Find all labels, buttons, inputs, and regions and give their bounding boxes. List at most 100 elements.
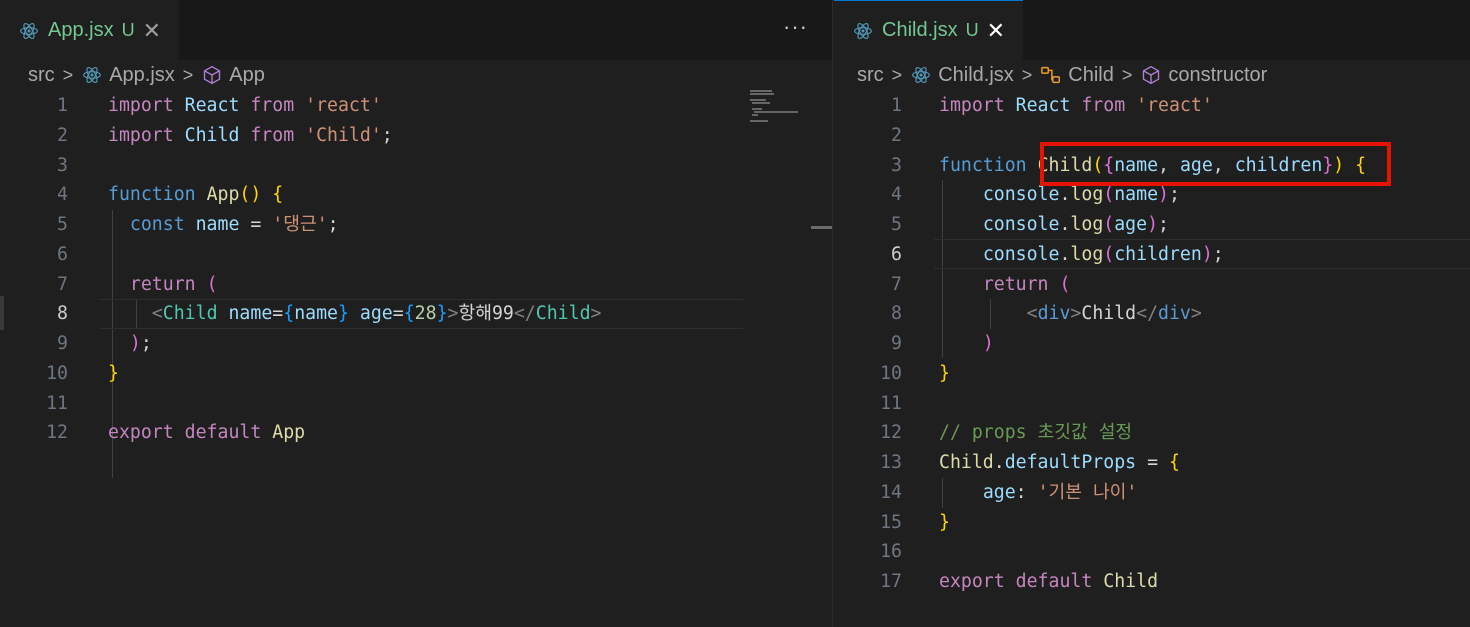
code-text: import React from 'react'	[939, 91, 1213, 121]
code-text: <div>Child</div>	[939, 299, 1202, 329]
code-line: 9 );	[0, 329, 832, 359]
line-number: 15	[880, 511, 902, 533]
code-text: // props 초깃값 설정	[939, 422, 1133, 444]
minimap-line	[752, 114, 758, 116]
code-text: console.log(children);	[939, 240, 1224, 270]
code-token: App	[272, 422, 306, 444]
code-token: )	[129, 333, 141, 354]
breadcrumb-symbol-class[interactable]: Child	[1068, 64, 1114, 87]
code-token: name	[1114, 184, 1159, 206]
code-text: export default App	[108, 418, 305, 448]
chevron-right-icon: >	[62, 64, 74, 85]
line-number: 11	[46, 392, 68, 414]
code-token: console	[982, 184, 1060, 206]
code-token: >	[1190, 303, 1202, 325]
line-number: 4	[57, 184, 68, 206]
code-token: import	[108, 124, 174, 146]
code-token: }	[108, 362, 119, 384]
minimap-line	[750, 120, 768, 122]
code-token: 'react'	[305, 95, 382, 116]
code-text: const name = '댕근';	[108, 210, 339, 240]
scrollbar-thumb[interactable]	[811, 226, 832, 229]
breadcrumb-file[interactable]: Child.jsx	[938, 64, 1014, 87]
minimap[interactable]	[748, 90, 808, 122]
line-number: 14	[880, 481, 902, 503]
code-token: (	[1059, 273, 1071, 295]
code-token: from	[1081, 95, 1126, 116]
code-token: ;	[1158, 214, 1169, 235]
code-token: 'Child'	[305, 124, 382, 146]
code-line: 7 return (	[0, 270, 832, 300]
code-text: )	[939, 329, 994, 359]
minimap-line	[752, 108, 762, 110]
code-line: 10}	[0, 359, 832, 389]
line-number: 17	[880, 571, 902, 592]
code-text: function App() {	[108, 180, 283, 210]
react-icon	[910, 64, 932, 86]
line-number: 10	[880, 362, 902, 384]
code-line: 6 console.log(children);	[834, 240, 1470, 270]
code-token: .	[1059, 214, 1071, 235]
code-token: console	[982, 243, 1060, 265]
code-token: div	[1037, 303, 1071, 325]
code-token: =	[250, 214, 262, 235]
code-token: App	[206, 184, 240, 206]
code-token: '댕근'	[272, 214, 328, 235]
breadcrumb-folder[interactable]: src	[857, 64, 884, 87]
untracked-badge: U	[965, 20, 979, 40]
code-line: 8 <div>Child</div>	[834, 299, 1470, 329]
code-token: )	[1158, 184, 1169, 206]
more-actions-icon[interactable]: ···	[783, 14, 808, 40]
breadcrumb-symbol-constructor[interactable]: constructor	[1168, 64, 1267, 87]
code-token: 항해99	[458, 303, 514, 325]
line-number: 6	[57, 243, 68, 265]
line-number: 11	[880, 392, 902, 414]
code-token: (	[206, 273, 218, 295]
breadcrumb-folder[interactable]: src	[28, 64, 55, 87]
code-line: 12 export default App	[0, 418, 832, 448]
react-icon	[18, 20, 40, 42]
tab-child-jsx[interactable]: Child.jsx U ✕	[834, 0, 1024, 60]
line-number: 8	[891, 303, 902, 325]
line-number: 10	[46, 362, 68, 384]
code-text: return (	[939, 270, 1071, 300]
code-text: <Child name={name} age={28}>항해99</Child>	[108, 299, 602, 329]
code-token: <	[151, 303, 163, 325]
annotation-highlight-box	[1040, 142, 1391, 186]
code-text: );	[108, 329, 152, 359]
code-token: .	[993, 452, 1005, 473]
code-token: .	[1059, 184, 1071, 206]
code-token: from	[250, 95, 295, 116]
code-editor[interactable]: 1 import React from 'react' 2 import Child…	[0, 91, 832, 478]
code-token: {	[403, 303, 415, 325]
code-token: ;	[1212, 243, 1224, 265]
code-token: }	[436, 303, 448, 325]
code-line: 6	[0, 240, 832, 270]
minimap-line	[752, 102, 770, 104]
code-token: =	[1147, 452, 1159, 473]
tab-bar: App.jsx U ✕ ···	[0, 0, 832, 60]
react-icon	[81, 64, 103, 86]
code-text: import Child from 'Child';	[108, 121, 393, 151]
tab-app-jsx[interactable]: App.jsx U ✕	[0, 0, 180, 60]
code-token: console	[982, 214, 1060, 235]
close-icon[interactable]: ✕	[987, 19, 1005, 42]
code-text: }	[939, 508, 950, 538]
code-token: Child	[1081, 303, 1137, 325]
code-token: .	[1059, 243, 1071, 265]
code-token: React	[184, 95, 240, 116]
code-token: }	[939, 362, 950, 384]
code-token: =	[392, 303, 404, 325]
code-token: age	[1114, 214, 1148, 235]
code-token: 28	[414, 303, 437, 325]
close-icon[interactable]: ✕	[143, 19, 161, 42]
scrollbar-track[interactable]	[832, 90, 833, 627]
code-text: import React from 'react'	[108, 91, 382, 121]
code-token: log	[1070, 184, 1104, 206]
class-icon	[1040, 64, 1062, 86]
line-number: 12	[880, 422, 902, 444]
breadcrumb-symbol[interactable]: App	[229, 64, 265, 87]
breadcrumb-file[interactable]: App.jsx	[109, 64, 175, 87]
code-text: export default Child	[939, 567, 1158, 597]
minimap-line	[750, 99, 766, 101]
